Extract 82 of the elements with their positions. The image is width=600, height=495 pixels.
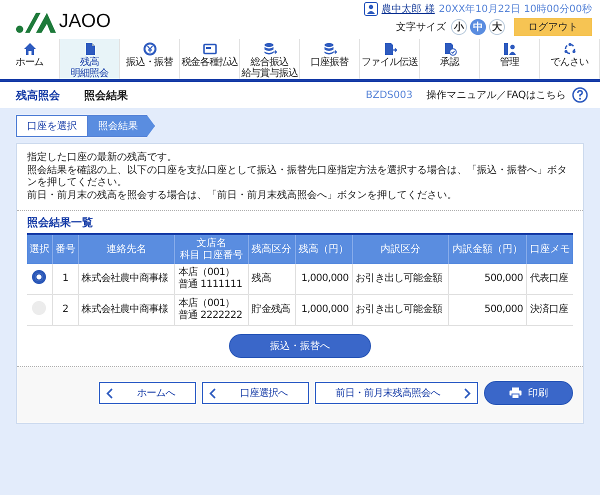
yen-coin-icon xyxy=(142,42,156,56)
instruction-text: 照会結果を確認の上、以下の口座を支払口座として振込・振替先口座指定方法を選択する場合は、「振込・振替へ」ボタンを押してください。 xyxy=(27,164,568,190)
table-cell: 1 xyxy=(52,264,78,294)
table-cell: 1,000,000 xyxy=(295,264,352,294)
nav-tab[interactable]: 承認 xyxy=(420,39,480,79)
nav-tab[interactable]: 残高 明細照会 xyxy=(60,39,120,79)
table-cell: 代表口座 xyxy=(526,264,573,294)
nav-label: 総合振込 給与賞与振込 xyxy=(241,58,298,79)
logout-button[interactable]: ログアウト xyxy=(514,18,592,36)
transfer-button[interactable]: 振込・振替へ xyxy=(229,334,371,358)
nav-label: 口座振替 xyxy=(310,58,348,68)
database-icon xyxy=(322,42,336,56)
user-name-link[interactable]: 農中太郎 様 xyxy=(382,2,435,16)
logo-icon xyxy=(16,10,56,34)
nav-label: 管理 xyxy=(500,58,519,68)
column-header: 残高区分 xyxy=(248,234,296,264)
section-title: 照会結果一覧 xyxy=(27,215,94,230)
instruction-text: 前日・前月末の残高を照会する場合は、「前日・前月末残高照会へ」ボタンを押してください。 xyxy=(27,190,458,202)
nav-label: 振込・振替 xyxy=(126,58,173,68)
forward-button[interactable]: 前日・前月末残高照会へ xyxy=(314,382,478,404)
chevron-left-icon xyxy=(209,388,216,398)
column-header: 連絡先名 xyxy=(78,234,175,264)
table-cell: お引き出し可能金額 xyxy=(352,264,449,294)
table-cell: 決済口座 xyxy=(526,294,573,326)
document-check-icon xyxy=(442,42,456,56)
column-header: 番号 xyxy=(52,234,78,264)
nav-tab[interactable]: 振込・振替 xyxy=(120,39,180,79)
table-cell: 500,000 xyxy=(448,264,526,294)
nav-tab[interactable]: 総合振込 給与賞与振込 xyxy=(240,39,300,79)
nav-tab[interactable]: でんさい xyxy=(540,39,600,79)
table-cell: 株式会社農中商事様 xyxy=(78,294,175,326)
chevron-left-icon xyxy=(106,388,113,398)
page-title: 残高照会 xyxy=(16,88,60,102)
font-size-button[interactable]: 小 xyxy=(451,19,467,35)
nav-label: 残高 明細照会 xyxy=(70,58,108,79)
user-admin-icon xyxy=(502,42,516,56)
step-indicator: 口座を選択 xyxy=(16,115,88,137)
back-button[interactable]: ホームへ xyxy=(99,382,196,404)
column-header: 内訳金額（円） xyxy=(448,234,526,264)
database-icon xyxy=(262,42,276,56)
step-indicator: 照会結果 xyxy=(87,115,155,137)
nav-label: 承認 xyxy=(440,58,459,68)
help-icon[interactable] xyxy=(572,87,588,103)
column-header: 選択 xyxy=(27,234,52,264)
home-icon xyxy=(22,42,36,56)
logo-text: JAOO xyxy=(59,11,111,33)
table-cell: 貯金残高 xyxy=(248,294,296,326)
nav-label: ファイル伝送 xyxy=(361,58,418,68)
screen-id: BZDS003 xyxy=(366,90,413,100)
font-size-label: 文字サイズ xyxy=(396,20,446,34)
nav-label: ホーム xyxy=(15,58,44,68)
table-cell: 本店（001） 普通 1111111 xyxy=(174,264,248,294)
font-size-button[interactable]: 大 xyxy=(489,19,505,35)
table-cell: お引き出し可能金額 xyxy=(352,294,449,326)
file-send-icon xyxy=(382,42,396,56)
table-cell: 本店（001） 普通 2222222 xyxy=(174,294,248,326)
login-datetime: 20XX年10月22日 10時00分00秒 xyxy=(438,2,592,16)
chevron-right-icon xyxy=(464,388,471,398)
print-button[interactable]: 印刷 xyxy=(484,381,573,405)
card-icon xyxy=(202,42,216,56)
nav-label: でんさい xyxy=(550,58,588,68)
back-button[interactable]: 口座選択へ xyxy=(202,382,308,404)
table-cell: 500,000 xyxy=(448,294,526,326)
column-header: 残高（円） xyxy=(295,234,352,264)
instruction-text: 指定した口座の最新の残高です。 xyxy=(27,152,178,164)
column-header: 内訳区分 xyxy=(352,234,449,264)
table-cell: 残高 xyxy=(248,264,296,294)
nav-tab[interactable]: 税金各種払込 xyxy=(180,39,240,79)
help-link[interactable]: 操作マニュアル／FAQはこちら xyxy=(426,88,566,102)
table-cell: 2 xyxy=(52,294,78,326)
nav-tab[interactable]: 口座振替 xyxy=(300,39,360,79)
nav-tab[interactable]: 管理 xyxy=(480,39,540,79)
table-cell: 1,000,000 xyxy=(295,294,352,326)
nav-tab[interactable]: ファイル伝送 xyxy=(360,39,420,79)
column-header: 文店名 科目 口座番号 xyxy=(174,234,248,264)
printer-icon xyxy=(509,387,522,399)
nav-label: 税金各種払込 xyxy=(181,58,238,68)
column-header: 口座メモ xyxy=(526,234,573,264)
table-cell: 株式会社農中商事様 xyxy=(78,264,175,294)
page-subtitle: 照会結果 xyxy=(84,88,128,102)
network-icon xyxy=(562,42,576,56)
radio-button[interactable] xyxy=(32,270,46,284)
